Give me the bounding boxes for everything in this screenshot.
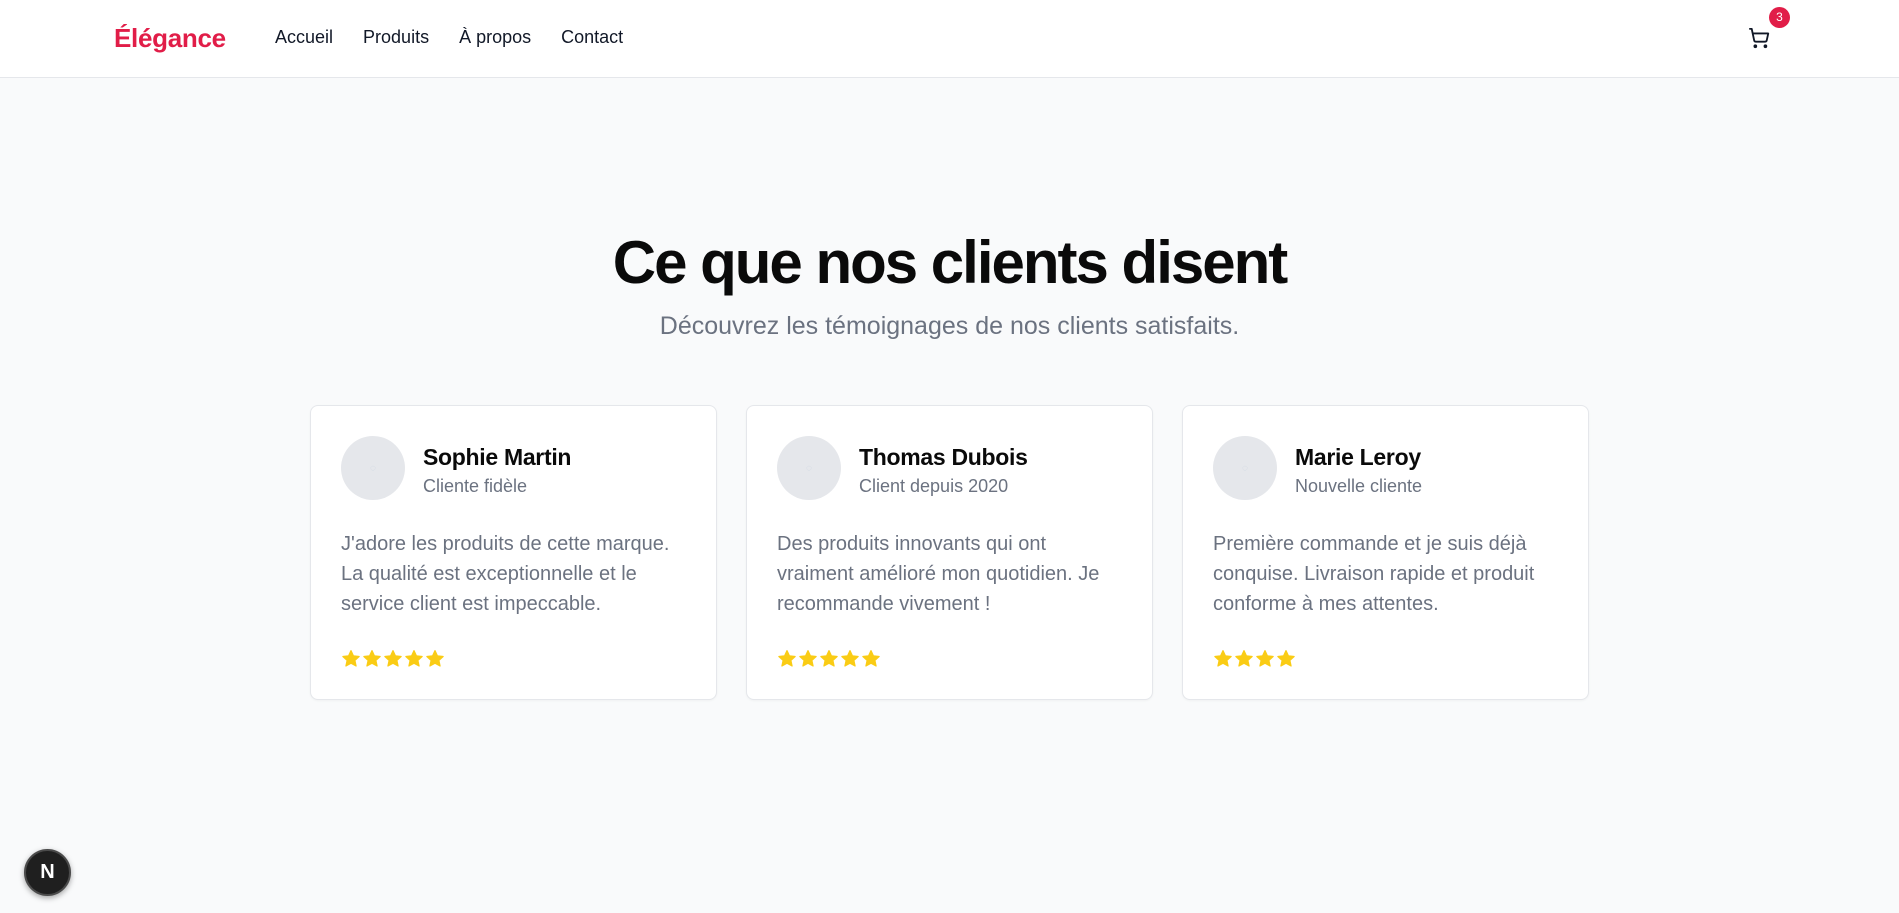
star-icon	[384, 650, 402, 667]
dev-tools-label: N	[40, 861, 55, 883]
nav-link-a-propos[interactable]: À propos	[459, 27, 531, 48]
section-title: Ce que nos clients disent	[612, 229, 1289, 296]
star-icon	[1214, 650, 1232, 667]
customer-name: Thomas Dubois	[859, 444, 1028, 470]
star-icon	[1256, 650, 1274, 667]
customer-role: Cliente fidèle	[423, 476, 528, 496]
testimonial-text: J'adore les produits de cette marque. La…	[341, 533, 670, 615]
image-placeholder-icon: ◌	[806, 462, 812, 474]
testimonial-text: Des produits innovants qui ont vraiment …	[777, 533, 1100, 615]
brand-logo[interactable]: Élégance	[114, 23, 226, 54]
shopping-cart-icon	[1748, 27, 1770, 49]
customer-role: Client depuis 2020	[859, 476, 1009, 496]
main-nav: Accueil Produits À propos Contact	[275, 27, 653, 48]
star-icon	[820, 650, 838, 667]
cart-button[interactable]	[1748, 27, 1772, 51]
star-icon	[1277, 650, 1295, 667]
star-rating	[777, 649, 881, 669]
testimonial-text: Première commande et je suis déjà conqui…	[1213, 533, 1535, 615]
cart-count-badge: 3	[1769, 7, 1790, 28]
star-icon	[405, 650, 423, 667]
nav-link-contact[interactable]: Contact	[561, 27, 623, 48]
star-icon	[363, 650, 381, 667]
section-subtitle: Découvrez les témoignages de nos clients…	[659, 312, 1240, 340]
star-icon	[1235, 650, 1253, 667]
nextjs-dev-tools-button[interactable]: N	[24, 849, 71, 896]
testimonial-card: ◌ Marie Leroy Nouvelle cliente Première …	[1182, 405, 1589, 700]
customer-name: Marie Leroy	[1295, 444, 1421, 470]
star-rating	[341, 649, 445, 669]
site-header: Élégance Accueil Produits À propos Conta…	[0, 0, 1899, 78]
nav-link-accueil[interactable]: Accueil	[275, 27, 333, 48]
customer-name: Sophie Martin	[423, 444, 572, 470]
star-icon	[841, 650, 859, 667]
testimonial-card: ◌ Sophie Martin Cliente fidèle J'adore l…	[310, 405, 717, 700]
star-rating	[1213, 649, 1296, 669]
image-placeholder-icon: ◌	[370, 462, 376, 474]
image-placeholder-icon: ◌	[1242, 462, 1248, 474]
avatar: ◌	[1213, 436, 1277, 500]
star-icon	[799, 650, 817, 667]
testimonial-card: ◌ Thomas Dubois Client depuis 2020 Des p…	[746, 405, 1153, 700]
avatar: ◌	[777, 436, 841, 500]
avatar: ◌	[341, 436, 405, 500]
star-icon	[862, 650, 880, 667]
star-icon	[778, 650, 796, 667]
customer-role: Nouvelle cliente	[1295, 476, 1423, 496]
star-icon	[426, 650, 444, 667]
star-icon	[342, 650, 360, 667]
nav-link-produits[interactable]: Produits	[363, 27, 429, 48]
